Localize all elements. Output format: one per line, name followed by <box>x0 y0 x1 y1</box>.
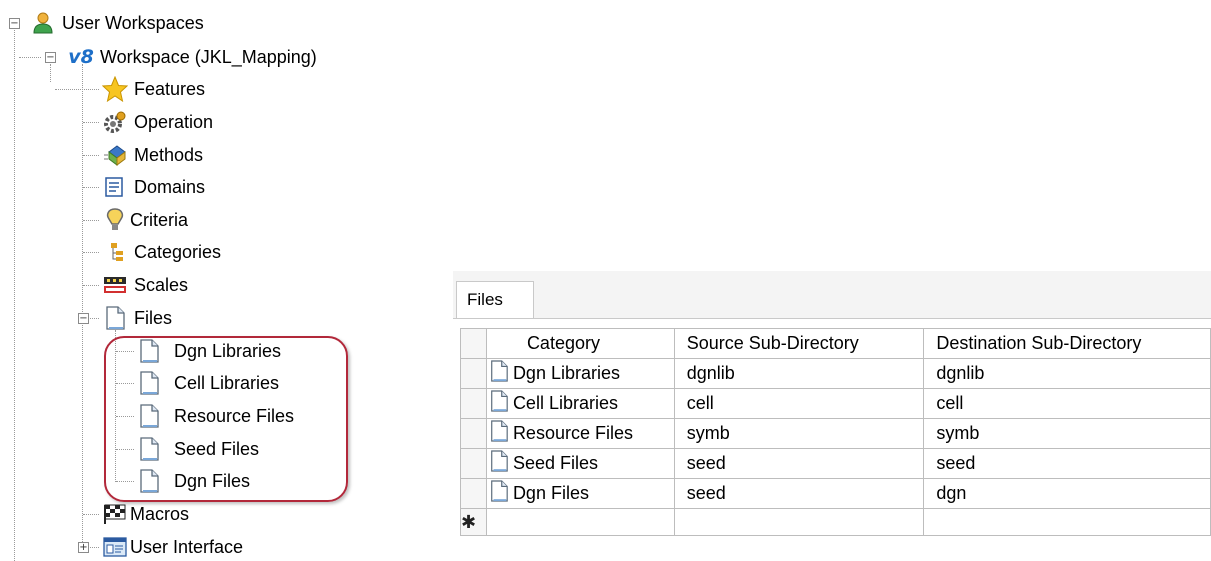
tree-node-methods[interactable]: Methods <box>102 141 203 169</box>
source-cell[interactable]: dgnlib <box>673 358 925 389</box>
destination-cell[interactable]: cell <box>923 388 1211 419</box>
collapse-toggle-user-workspaces[interactable]: − <box>9 18 20 29</box>
row-selector[interactable] <box>460 418 487 449</box>
collapse-toggle-files[interactable]: − <box>78 313 89 324</box>
new-category-cell[interactable] <box>485 508 675 536</box>
source-cell[interactable]: seed <box>673 448 925 479</box>
new-row[interactable]: ✱ <box>460 508 1211 536</box>
tree-label: Workspace (JKL_Mapping) <box>100 46 317 67</box>
tree-node-criteria[interactable]: Criteria <box>102 206 188 234</box>
tree-label: Scales <box>134 274 189 295</box>
table-row[interactable]: Seed Files seed seed <box>460 448 1211 479</box>
column-header-destination[interactable]: Destination Sub-Directory <box>923 328 1211 359</box>
expand-toggle-user-interface[interactable]: + <box>78 542 89 553</box>
tree-node-workspace[interactable]: v8 Workspace (JKL_Mapping) <box>66 43 317 71</box>
categories-icon <box>102 239 128 265</box>
methods-icon <box>102 142 128 168</box>
criteria-icon <box>102 207 128 233</box>
category-cell[interactable]: Dgn Libraries <box>485 358 675 389</box>
category-cell[interactable]: Cell Libraries <box>485 388 675 419</box>
file-icon <box>489 420 509 447</box>
file-icon <box>489 360 509 387</box>
collapse-toggle-workspace[interactable]: − <box>45 52 56 63</box>
star-icon <box>102 76 128 102</box>
new-destination-cell[interactable] <box>923 508 1211 536</box>
tree-label: User Workspaces <box>62 12 204 33</box>
tab-strip: Files <box>453 271 1211 319</box>
tree-label: Domains <box>134 176 206 197</box>
tree-label: Features <box>134 78 206 99</box>
highlight-oval <box>104 336 348 502</box>
tree-node-user-workspaces[interactable]: User Workspaces <box>30 9 204 37</box>
destination-cell[interactable]: seed <box>923 448 1211 479</box>
tree-node-files[interactable]: Files <box>102 304 172 332</box>
row-header-corner <box>460 328 487 359</box>
domains-icon <box>102 174 128 200</box>
source-cell[interactable]: cell <box>673 388 925 419</box>
tree-node-categories[interactable]: Categories <box>102 238 221 266</box>
new-source-cell[interactable] <box>673 508 925 536</box>
category-cell[interactable]: Resource Files <box>485 418 675 449</box>
scales-icon <box>102 272 128 298</box>
tree-node-operation[interactable]: Operation <box>102 108 213 136</box>
files-grid: Category Source Sub-Directory Destinatio… <box>460 328 1211 536</box>
tree-node-domains[interactable]: Domains <box>102 173 205 201</box>
category-cell[interactable]: Seed Files <box>485 448 675 479</box>
destination-cell[interactable]: dgnlib <box>923 358 1211 389</box>
table-row[interactable]: Dgn Libraries dgnlib dgnlib <box>460 358 1211 389</box>
files-panel: Files Category Source Sub-Directory Dest… <box>453 271 1211 551</box>
column-header-source[interactable]: Source Sub-Directory <box>673 328 925 359</box>
new-row-marker[interactable]: ✱ <box>460 508 487 536</box>
tree-node-scales[interactable]: Scales <box>102 271 188 299</box>
file-icon <box>489 450 509 477</box>
file-icon <box>489 480 509 507</box>
user-icon <box>30 10 56 36</box>
tree-label: Macros <box>130 503 190 524</box>
tree-node-user-interface[interactable]: User Interface <box>102 533 243 561</box>
file-icon <box>102 305 128 331</box>
tab-files[interactable]: Files <box>456 281 534 318</box>
category-cell[interactable]: Dgn Files <box>485 478 675 509</box>
row-selector[interactable] <box>460 448 487 479</box>
row-selector[interactable] <box>460 388 487 419</box>
destination-cell[interactable]: dgn <box>923 478 1211 509</box>
table-row[interactable]: Dgn Files seed dgn <box>460 478 1211 509</box>
grid-header-row: Category Source Sub-Directory Destinatio… <box>460 328 1211 359</box>
tree-label: Criteria <box>130 209 189 230</box>
v8-icon: v8 <box>68 46 94 68</box>
table-row[interactable]: Resource Files symb symb <box>460 418 1211 449</box>
row-selector[interactable] <box>460 358 487 389</box>
table-row[interactable]: Cell Libraries cell cell <box>460 388 1211 419</box>
source-cell[interactable]: seed <box>673 478 925 509</box>
column-header-category[interactable]: Category <box>485 328 675 359</box>
tree-label: User Interface <box>130 536 244 557</box>
file-icon <box>489 390 509 417</box>
tree-label: Operation <box>134 111 214 132</box>
destination-cell[interactable]: symb <box>923 418 1211 449</box>
tree-label: Categories <box>134 241 222 262</box>
workspace-tree: − − − + User Workspaces v8 Workspace (JK… <box>0 0 440 561</box>
tree-label: Files <box>134 307 173 328</box>
tree-node-macros[interactable]: Macros <box>102 500 189 528</box>
tree-label: Methods <box>134 144 204 165</box>
source-cell[interactable]: symb <box>673 418 925 449</box>
ui-icon <box>102 534 128 560</box>
flag-icon <box>102 501 128 527</box>
tree-node-features[interactable]: Features <box>102 75 205 103</box>
row-selector[interactable] <box>460 478 487 509</box>
gear-icon <box>102 109 128 135</box>
